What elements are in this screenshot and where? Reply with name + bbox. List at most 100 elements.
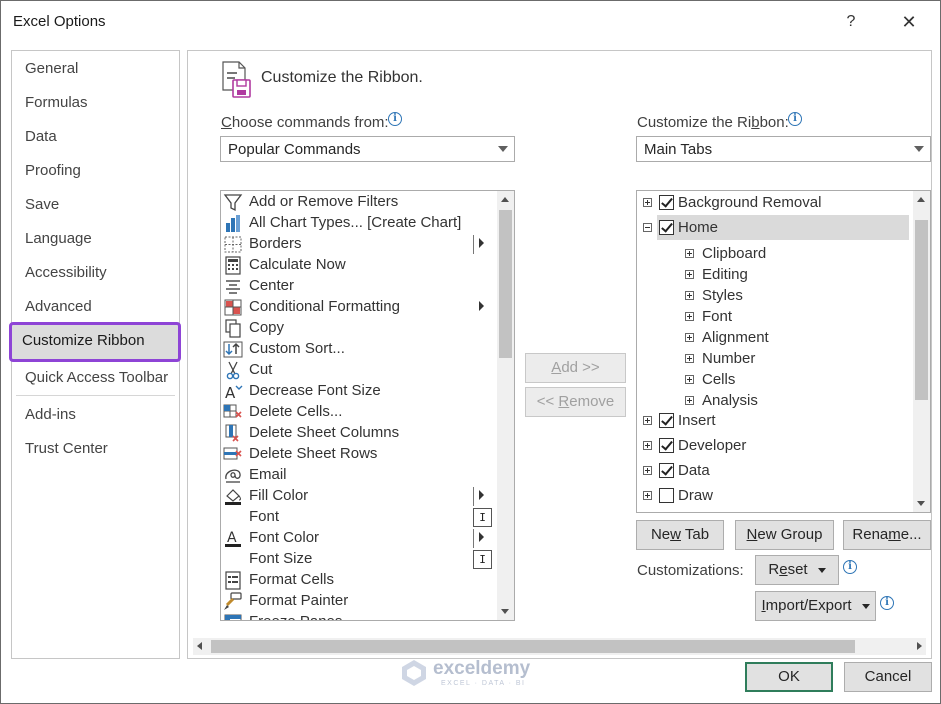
list-item[interactable]: Copy	[221, 318, 493, 339]
nav-item-add-ins[interactable]: Add-ins	[25, 401, 76, 429]
expand-icon[interactable]	[685, 333, 694, 342]
scroll-up-button[interactable]	[913, 191, 930, 208]
tree-item-label: Cells	[702, 371, 736, 388]
cancel-button[interactable]: Cancel	[844, 662, 932, 692]
list-item[interactable]: Conditional Formatting	[221, 297, 493, 318]
tab-checkbox[interactable]	[659, 195, 674, 210]
tab-checkbox[interactable]	[659, 438, 674, 453]
list-item[interactable]: Cut	[221, 360, 493, 381]
scroll-thumb[interactable]	[211, 640, 855, 653]
scroll-thumb[interactable]	[499, 210, 512, 358]
scroll-thumb[interactable]	[915, 220, 928, 400]
help-button[interactable]: ?	[839, 9, 863, 35]
nav-item-proofing[interactable]: Proofing	[25, 157, 81, 185]
collapse-icon[interactable]	[643, 223, 652, 232]
info-icon[interactable]: i	[388, 112, 402, 126]
info-icon[interactable]: i	[843, 560, 857, 574]
tree-item-analysis[interactable]: Analysis	[637, 391, 909, 412]
list-item[interactable]: A Decrease Font Size	[221, 381, 493, 402]
list-item[interactable]: Center	[221, 276, 493, 297]
tab-checkbox[interactable]	[659, 463, 674, 478]
scroll-down-button[interactable]	[913, 495, 930, 512]
add-accel: A	[551, 359, 562, 376]
reset-button[interactable]: Reset	[755, 555, 839, 585]
nav-item-general[interactable]: General	[25, 55, 78, 83]
rename-button[interactable]: Rename...	[843, 520, 931, 550]
list-item[interactable]: Delete Sheet Rows	[221, 444, 493, 465]
tree-item-home[interactable]: Home	[637, 218, 909, 239]
list-item[interactable]: Delete Cells...	[221, 402, 493, 423]
tree-item-alignment[interactable]: Alignment	[637, 328, 909, 349]
tree-item-data[interactable]: Data	[637, 461, 909, 482]
nav-item-customize-ribbon[interactable]: Customize Ribbon	[9, 322, 181, 362]
commands-scrollbar[interactable]	[497, 191, 514, 620]
expand-icon[interactable]	[685, 396, 694, 405]
expand-icon[interactable]	[685, 312, 694, 321]
nav-item-advanced[interactable]: Advanced	[25, 293, 92, 321]
expand-icon[interactable]	[685, 270, 694, 279]
list-item[interactable]: Calculate Now	[221, 255, 493, 276]
list-item[interactable]: Email	[221, 465, 493, 486]
expand-icon[interactable]	[643, 198, 652, 207]
new-group-button[interactable]: New Group	[735, 520, 834, 550]
list-item[interactable]: Font Size I	[221, 549, 493, 570]
info-icon[interactable]: i	[788, 112, 802, 126]
expand-icon[interactable]	[685, 354, 694, 363]
list-item[interactable]: Freeze Panes	[221, 612, 493, 620]
nav-item-quick-access-toolbar[interactable]: Quick Access Toolbar	[25, 364, 168, 392]
choose-commands-select[interactable]: Popular Commands	[220, 136, 515, 162]
tab-checkbox[interactable]	[659, 488, 674, 503]
nav-item-save[interactable]: Save	[25, 191, 59, 219]
expand-icon[interactable]	[685, 291, 694, 300]
info-icon[interactable]: i	[880, 596, 894, 610]
expand-icon[interactable]	[685, 375, 694, 384]
expand-icon[interactable]	[643, 416, 652, 425]
horizontal-scrollbar[interactable]	[193, 638, 926, 655]
tree-item-editing[interactable]: Editing	[637, 265, 909, 286]
list-item[interactable]: Fill Color	[221, 486, 493, 507]
list-item[interactable]: Add or Remove Filters	[221, 192, 493, 213]
list-item[interactable]: Delete Sheet Columns	[221, 423, 493, 444]
tab-checkbox[interactable]	[659, 220, 674, 235]
tree-item-background-removal[interactable]: Background Removal	[637, 193, 909, 214]
import-export-button[interactable]: Import/Export	[755, 591, 876, 621]
ribbon-tabs-tree[interactable]: Background Removal Home Clipboard Editin…	[636, 190, 931, 513]
tree-item-clipboard[interactable]: Clipboard	[637, 244, 909, 265]
nav-item-data[interactable]: Data	[25, 123, 57, 151]
tree-item-developer[interactable]: Developer	[637, 436, 909, 457]
tree-item-number[interactable]: Number	[637, 349, 909, 370]
nav-item-language[interactable]: Language	[25, 225, 92, 253]
ok-button[interactable]: OK	[745, 662, 833, 692]
nav-item-accessibility[interactable]: Accessibility	[25, 259, 107, 287]
tree-item-draw[interactable]: Draw	[637, 486, 909, 507]
close-button[interactable]: ✕	[895, 9, 923, 35]
add-button[interactable]: Add >>	[525, 353, 626, 383]
list-item[interactable]: Format Cells	[221, 570, 493, 591]
tree-item-styles[interactable]: Styles	[637, 286, 909, 307]
list-item[interactable]: All Chart Types... [Create Chart]	[221, 213, 493, 234]
tab-checkbox[interactable]	[659, 413, 674, 428]
list-item[interactable]: Format Painter	[221, 591, 493, 612]
nav-item-formulas[interactable]: Formulas	[25, 89, 88, 117]
expand-icon[interactable]	[643, 491, 652, 500]
commands-list[interactable]: Add or Remove Filters All Chart Types...…	[220, 190, 515, 621]
scroll-up-button[interactable]	[497, 191, 514, 208]
expand-icon[interactable]	[643, 466, 652, 475]
tree-item-font[interactable]: Font	[637, 307, 909, 328]
list-item[interactable]: Font I	[221, 507, 493, 528]
tree-item-cells[interactable]: Cells	[637, 370, 909, 391]
chevron-right-icon[interactable]	[917, 642, 922, 650]
expand-icon[interactable]	[643, 441, 652, 450]
expand-icon[interactable]	[685, 249, 694, 258]
remove-button[interactable]: << Remove	[525, 387, 626, 417]
scroll-down-button[interactable]	[497, 603, 514, 620]
customize-ribbon-select[interactable]: Main Tabs	[636, 136, 931, 162]
tree-item-insert[interactable]: Insert	[637, 411, 909, 432]
list-item[interactable]: Borders	[221, 234, 493, 255]
list-item[interactable]: Custom Sort...	[221, 339, 493, 360]
nav-item-trust-center[interactable]: Trust Center	[25, 435, 108, 463]
new-tab-button[interactable]: New Tab	[636, 520, 724, 550]
list-item[interactable]: A Font Color	[221, 528, 493, 549]
tree-scrollbar[interactable]	[913, 191, 930, 512]
chevron-left-icon[interactable]	[197, 642, 202, 650]
